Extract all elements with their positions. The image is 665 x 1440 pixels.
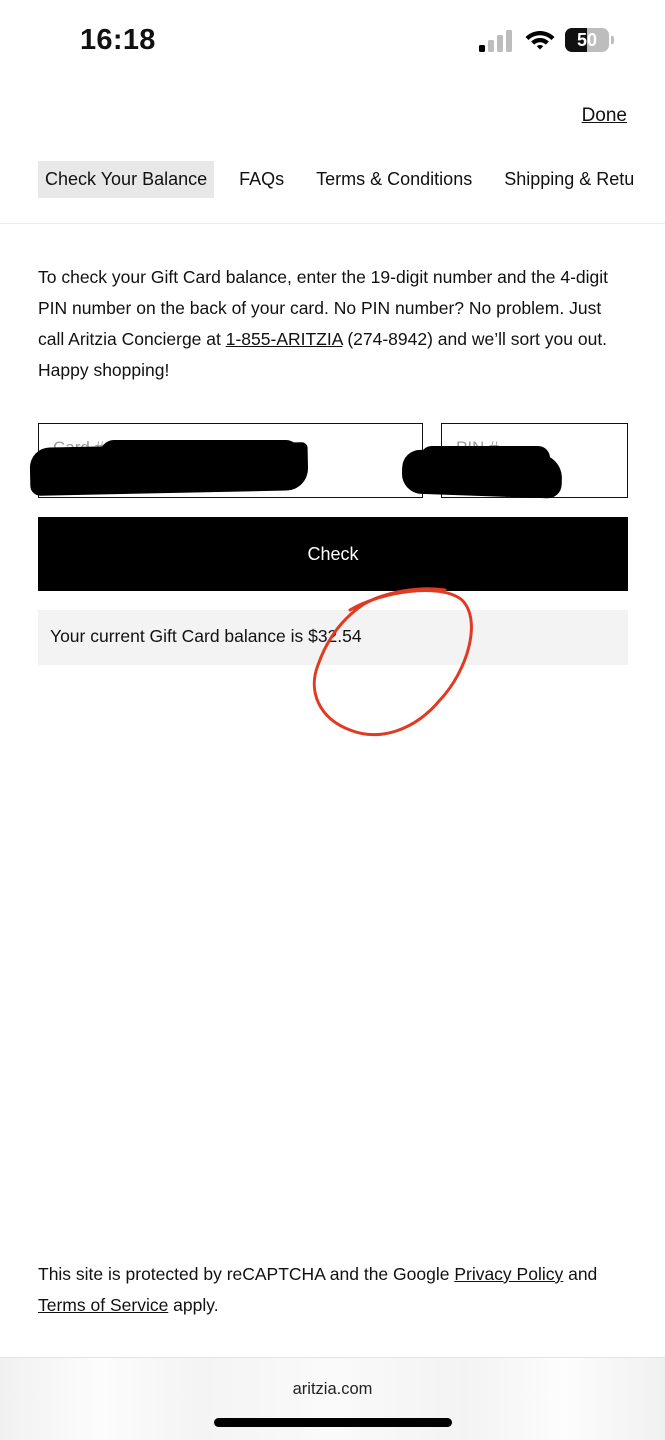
privacy-policy-link[interactable]: Privacy Policy — [454, 1264, 563, 1284]
tab-divider — [0, 223, 665, 224]
signal-bar — [479, 45, 485, 52]
battery-tip — [611, 36, 614, 44]
url-text[interactable]: aritzia.com — [0, 1380, 665, 1399]
tab-terms-and-conditions[interactable]: Terms & Conditions — [309, 161, 479, 198]
recaptcha-notice: This site is protected by reCAPTCHA and … — [38, 1259, 638, 1321]
signal-bar — [497, 35, 503, 52]
tab-shipping-and-returns[interactable]: Shipping & Retu — [497, 161, 641, 198]
page: 16:18 50 Done Check Your Balance FAQs Te… — [0, 0, 665, 1440]
battery-icon: 50 — [565, 28, 615, 52]
cellular-signal-icon — [479, 30, 512, 52]
home-indicator[interactable] — [214, 1418, 452, 1427]
battery-body: 50 — [565, 28, 609, 52]
tab-faqs[interactable]: FAQs — [232, 161, 291, 198]
signal-bar — [506, 30, 512, 52]
status-time: 16:18 — [80, 24, 156, 56]
phone-link[interactable]: 1-855-ARITZIA — [226, 329, 343, 349]
battery-percent: 50 — [576, 30, 598, 50]
signal-bar — [488, 40, 494, 52]
redaction-mark — [29, 442, 309, 496]
done-button[interactable]: Done — [582, 105, 627, 127]
recaptcha-prefix: This site is protected by reCAPTCHA and … — [38, 1264, 455, 1284]
annotation-circle — [312, 587, 473, 737]
redaction-mark — [401, 449, 563, 499]
intro-text: To check your Gift Card balance, enter t… — [38, 262, 630, 386]
recaptcha-middle: and — [563, 1264, 598, 1284]
terms-of-service-link[interactable]: Terms of Service — [38, 1295, 168, 1315]
recaptcha-suffix: apply. — [168, 1295, 219, 1315]
browser-address-bar[interactable]: aritzia.com — [0, 1357, 665, 1440]
wifi-icon — [525, 31, 555, 50]
tab-check-your-balance[interactable]: Check Your Balance — [38, 161, 215, 198]
status-bar: 16:18 50 — [0, 0, 665, 80]
tab-bar: Check Your Balance FAQs Terms & Conditio… — [38, 161, 659, 198]
